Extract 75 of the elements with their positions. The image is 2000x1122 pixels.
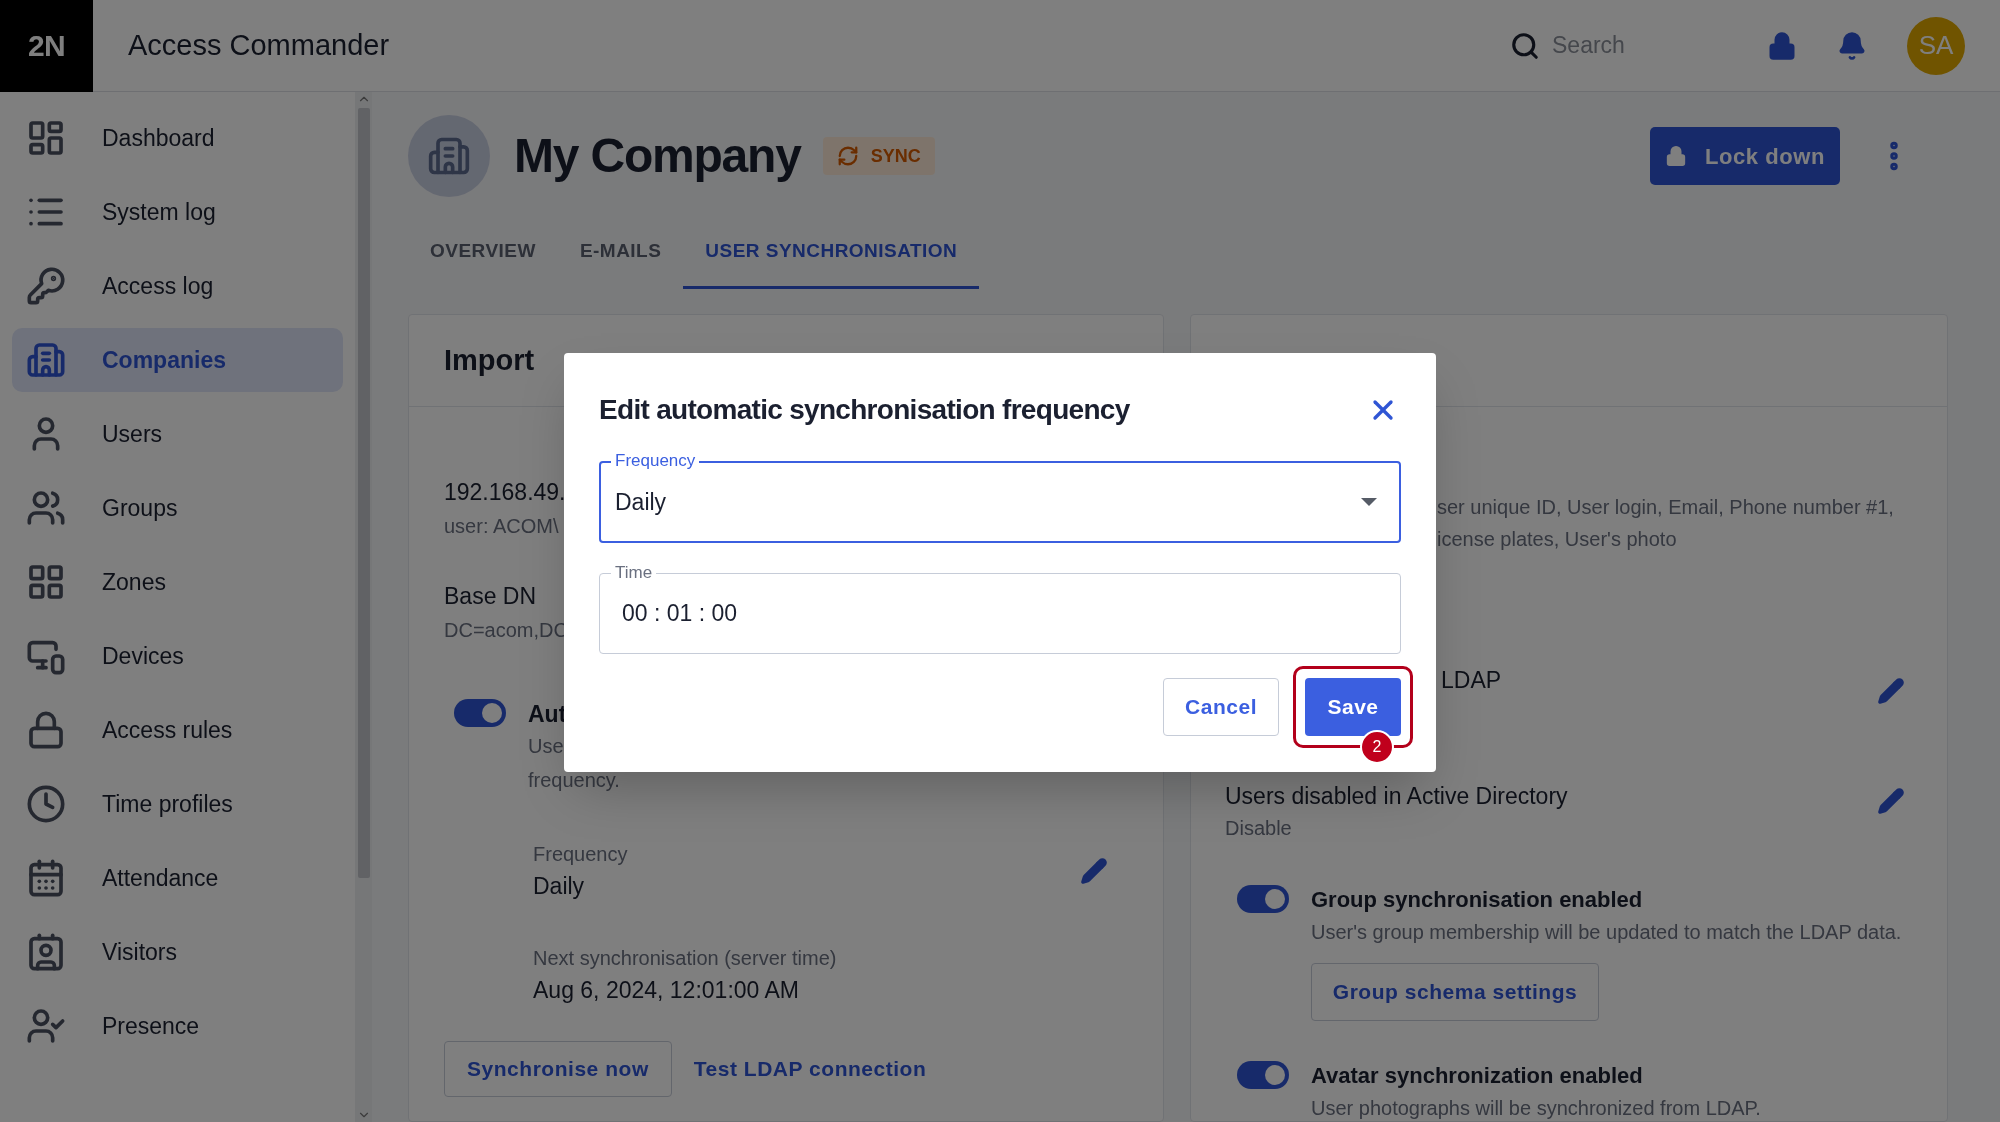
field-label: Next synchronisation (server time) (533, 946, 838, 971)
toggle-description: Use (528, 734, 565, 759)
edit-icon[interactable] (1877, 677, 1905, 705)
sidebar-item[interactable]: Companies (12, 328, 343, 392)
people-icon (26, 488, 66, 528)
sidebar-item[interactable]: Users (12, 402, 343, 466)
lock-icon (1665, 145, 1688, 167)
next-sync-value: Aug 6, 2024, 12:01:00 AM (533, 976, 800, 1005)
search-field[interactable]: Search (1552, 28, 1722, 63)
setting-title: Users disabled in Active Directory (1225, 782, 1569, 811)
sidebar-item[interactable]: Visitors (12, 920, 343, 984)
sidebar-item[interactable]: Groups (12, 476, 343, 540)
bell-icon[interactable] (1837, 30, 1867, 61)
sync-icon (836, 145, 859, 167)
sidebar-item[interactable]: Presence (12, 994, 343, 1058)
toggle-label: Group synchronisation enabled (1311, 886, 1644, 914)
lock-down-button[interactable]: Lock down (1650, 127, 1840, 185)
toggle-switch[interactable] (1237, 885, 1289, 913)
save-button[interactable]: Save (1305, 678, 1401, 736)
grid-icon (26, 562, 66, 602)
tab[interactable]: E-MAILS (557, 216, 684, 289)
attributes-text: icense plates, User's photo (1437, 527, 1678, 552)
toggle-description: User's group membership will be updated to match the LDAP data. (1311, 920, 1902, 945)
dropdown-caret-icon (1361, 498, 1377, 506)
sidebar-item[interactable]: Attendance (12, 846, 343, 910)
badge-icon (26, 932, 66, 972)
toggle-label: Avatar synchronization enabled (1311, 1062, 1644, 1090)
synchronise-button[interactable]: Synchronise now (444, 1041, 672, 1097)
server-address: 192.168.49. (444, 478, 566, 507)
calendar-icon (26, 858, 66, 898)
sidebar-item[interactable]: Access log (12, 254, 343, 318)
dialog-title: Edit automatic synchronisation frequency (599, 393, 1130, 427)
building-icon (26, 340, 66, 380)
scrollbar[interactable] (355, 92, 372, 1122)
test-connection-link[interactable]: Test LDAP connection (679, 1041, 941, 1097)
edit-icon[interactable] (1080, 857, 1108, 885)
lock-icon[interactable] (1767, 30, 1797, 61)
clock-icon (26, 784, 66, 824)
base-dn: DC=acom,DC (444, 618, 568, 643)
tab[interactable]: OVERVIEW (408, 216, 558, 289)
group-schema-button[interactable]: Group schema settings (1311, 963, 1599, 1021)
card-title: Import (444, 342, 535, 378)
sidebar-item[interactable]: Dashboard (12, 106, 343, 170)
lock-icon (26, 710, 66, 750)
page-title: My Company (514, 128, 801, 184)
frequency-value: Daily (533, 872, 586, 901)
server-user: user: ACOM\ (444, 514, 560, 539)
sidebar-item[interactable]: Zones (12, 550, 343, 614)
key-icon (26, 266, 66, 306)
edit-icon[interactable] (1877, 787, 1905, 815)
setting-value: Disable (1225, 816, 1293, 841)
logo: 2N (0, 0, 93, 92)
person-check-icon (26, 1006, 66, 1046)
field-label: Frequency (533, 842, 629, 867)
toggle-switch[interactable] (1237, 1061, 1289, 1089)
time-value: 00 : 01 : 00 (622, 599, 738, 629)
toggle-switch[interactable] (454, 699, 506, 727)
tab[interactable]: USER SYNCHRONISATION (683, 216, 980, 289)
toggle-description: frequency. (528, 768, 620, 793)
search-icon[interactable] (1510, 30, 1540, 61)
app-title: Access Commander (128, 27, 390, 63)
select-value: Daily (615, 487, 668, 517)
sidebar-item[interactable]: Devices (12, 624, 343, 688)
toggle-description: User photographs will be synchronized from LDAP. (1311, 1096, 1761, 1121)
sidebar-item[interactable]: System log (12, 180, 343, 244)
sync-badge: SYNC (822, 137, 935, 175)
attributes-text: ser unique ID, User login, Email, Phone number #1, (1437, 495, 1895, 520)
setting-title: LDAP (1441, 666, 1503, 695)
dashboard-icon (26, 118, 66, 158)
sidebar-item[interactable]: Time profiles (12, 772, 343, 836)
sidebar-item[interactable]: Access rules (12, 698, 343, 762)
toggle-label: Aut (528, 700, 568, 729)
field-label: Base DN (444, 582, 538, 611)
cancel-button[interactable]: Cancel (1163, 678, 1279, 736)
step-badge: 2 (1360, 730, 1394, 764)
